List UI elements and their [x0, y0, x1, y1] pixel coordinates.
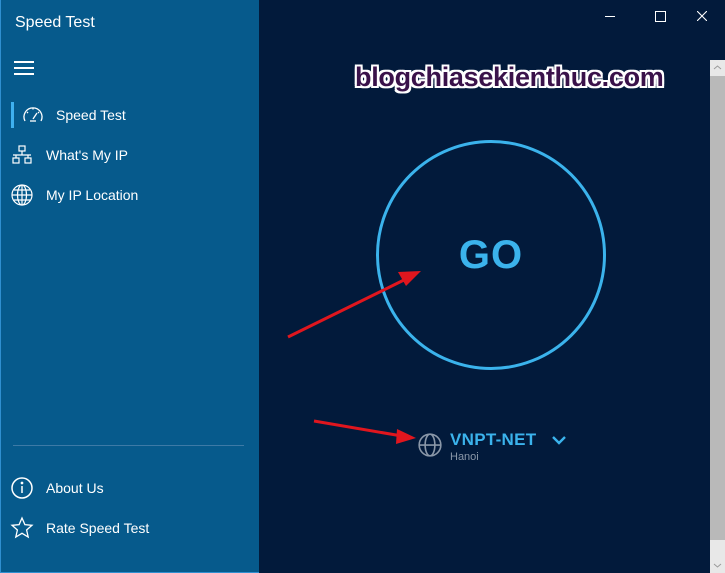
sidebar-item-label: What's My IP [46, 147, 129, 163]
sidebar-item-speed-test[interactable]: Speed Test [1, 97, 259, 133]
minimize-button[interactable] [587, 4, 633, 28]
scrollbar-thumb[interactable] [710, 76, 725, 540]
go-label: GO [458, 232, 524, 277]
chevron-down-icon[interactable] [551, 433, 567, 447]
sidebar-item-label: Speed Test [56, 107, 126, 123]
sidebar-item-label: Rate Speed Test [46, 520, 150, 536]
sidebar-item-label: My IP Location [46, 187, 139, 203]
isp-selector[interactable]: VNPT-NET Hanoi [417, 428, 577, 468]
hamburger-icon [14, 61, 34, 63]
network-icon [12, 145, 32, 164]
info-icon [11, 477, 33, 499]
globe-icon [418, 433, 442, 457]
vertical-scrollbar[interactable] [710, 60, 725, 573]
hamburger-menu-button[interactable] [14, 61, 34, 76]
close-button[interactable] [679, 4, 725, 28]
isp-location: Hanoi [450, 451, 479, 463]
scroll-down-icon[interactable] [710, 557, 725, 573]
maximize-button[interactable] [636, 4, 682, 28]
active-indicator [11, 102, 14, 128]
sidebar-item-whats-my-ip[interactable]: What's My IP [1, 137, 259, 173]
app-title: Speed Test [15, 14, 95, 31]
sidebar-item-rate-speed-test[interactable]: Rate Speed Test [1, 510, 259, 546]
star-icon [10, 516, 34, 539]
close-icon [697, 11, 707, 21]
watermark-text: blogchiasekienthuc.com [355, 62, 664, 92]
sidebar-divider [13, 445, 244, 446]
go-button[interactable]: GO [376, 140, 606, 370]
sidebar-item-about-us[interactable]: About Us [1, 470, 259, 506]
globe-icon [11, 184, 33, 206]
sidebar-item-my-ip-location[interactable]: My IP Location [1, 177, 259, 213]
sidebar-item-label: About Us [46, 480, 104, 496]
scroll-up-icon[interactable] [710, 60, 725, 76]
sidebar: Speed Test Speed Test What's My IP My IP… [0, 0, 259, 573]
speedometer-icon [23, 107, 43, 122]
isp-name: VNPT-NET [450, 430, 537, 449]
